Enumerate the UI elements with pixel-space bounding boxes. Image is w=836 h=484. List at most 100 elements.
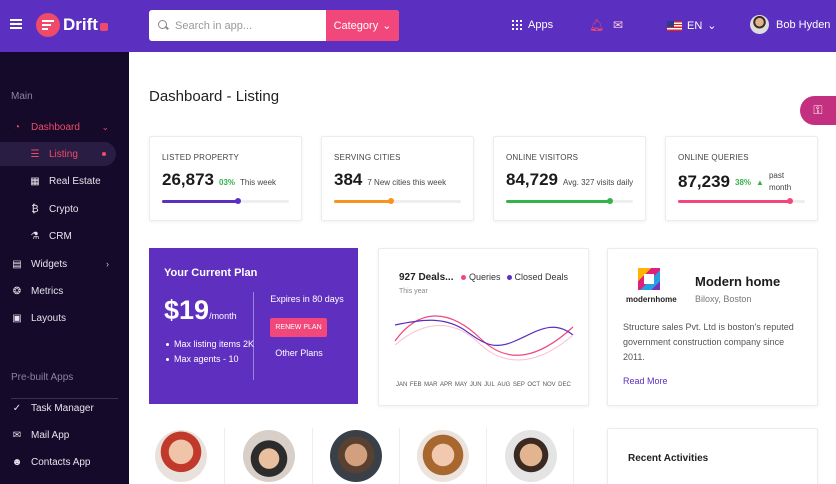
- sidebar-item-crm[interactable]: ⚗ CRM: [0, 224, 129, 248]
- company-logo-word: modernhome: [626, 295, 677, 304]
- stat-row: 384 7 New cities this week: [334, 170, 446, 190]
- chevron-right-icon: ›: [106, 259, 109, 269]
- stat-value: 26,873: [162, 170, 214, 189]
- deals-subtitle: This year: [399, 288, 428, 295]
- sidebar-item-layouts[interactable]: ▣ Layouts: [0, 306, 129, 330]
- sidebar: Main ◔ Dashboard ⌄ ☰ Listing ▦ Real Esta…: [0, 52, 129, 484]
- agent-divider: [399, 428, 400, 484]
- chevron-down-icon: ⌄: [382, 20, 392, 32]
- brand-logo[interactable]: Drift: [36, 13, 108, 37]
- chart-legend: Queries Closed Deals: [461, 272, 568, 282]
- sidebar-item-contacts-app[interactable]: ☻ Contacts App: [0, 450, 129, 474]
- month-tick: JUN: [469, 382, 482, 388]
- progress-fill: [162, 200, 239, 203]
- sidebar-item-dashboard[interactable]: ◔ Dashboard ⌄: [0, 115, 129, 139]
- check-circle-icon: ✓: [12, 402, 22, 414]
- settings-float-button[interactable]: ⚿: [800, 96, 836, 125]
- sidebar-item-real-estate[interactable]: ▦ Real Estate: [0, 169, 129, 193]
- month-tick: APR: [439, 382, 453, 388]
- stat-label: ONLINE VISITORS: [506, 153, 579, 162]
- layout-icon: ▣: [12, 312, 22, 324]
- us-flag-icon: [667, 20, 682, 31]
- hamburger-menu-icon[interactable]: [10, 19, 22, 29]
- page-title: Dashboard - Listing: [149, 88, 280, 105]
- legend-item-closed-deals: Closed Deals: [506, 272, 569, 282]
- company-location: Biloxy, Boston: [695, 294, 752, 304]
- category-dropdown-button[interactable]: Category ⌄: [326, 10, 399, 41]
- flask-icon: ⚗: [30, 230, 40, 242]
- agent-avatar[interactable]: [243, 430, 295, 482]
- trend-up-icon: ▲: [756, 177, 764, 187]
- stat-note: Avg. 327 visits daily: [563, 178, 634, 187]
- sidebar-item-crypto[interactable]: ₿ Crypto: [0, 197, 129, 221]
- envelope-icon[interactable]: ✉: [613, 18, 623, 32]
- month-tick: MAR: [424, 382, 438, 388]
- sidebar-item-label: Metrics: [31, 285, 64, 297]
- read-more-link[interactable]: Read More: [623, 376, 668, 386]
- stat-label: LISTED PROPERTY: [162, 153, 240, 162]
- plan-price-value: $19: [164, 295, 210, 325]
- grid-icon: [512, 20, 522, 30]
- company-description: Structure sales Pvt. Ltd is boston's rep…: [623, 322, 794, 362]
- user-menu[interactable]: Bob Hyden: [750, 15, 830, 34]
- category-label: Category: [333, 19, 379, 32]
- progress-track: [334, 198, 461, 204]
- stat-percent: 03%: [219, 178, 236, 187]
- active-dot-icon: [102, 152, 106, 156]
- sidebar-item-task-manager[interactable]: ✓ Task Manager: [0, 396, 129, 420]
- chevron-down-icon: ⌄: [707, 20, 717, 32]
- agent-avatar[interactable]: [505, 430, 557, 482]
- recent-activities-card: Recent Activities: [607, 428, 818, 484]
- contacts-icon: ☻: [11, 456, 23, 468]
- plan-title: Your Current Plan: [164, 267, 258, 279]
- sidebar-item-widgets[interactable]: ▤ Widgets ›: [0, 252, 129, 276]
- legend-label: Queries: [469, 272, 501, 282]
- month-tick: FEB: [409, 382, 422, 388]
- company-name: Modern home: [695, 274, 781, 289]
- sidebar-item-mail-app[interactable]: ✉ Mail App: [0, 423, 129, 447]
- notification-bell-icon[interactable]: 🔔︎: [589, 18, 604, 32]
- agent-avatar[interactable]: [330, 430, 382, 482]
- sidebar-item-listing[interactable]: ☰ Listing: [0, 142, 116, 166]
- chart-x-axis: JAN FEB MAR APR MAY JUN JUL AUG SEP OCT …: [396, 382, 571, 388]
- sidebar-section-main: Main: [11, 91, 33, 102]
- sidebar-item-label: CRM: [49, 230, 72, 242]
- plan-feature: Max listing items 2K: [166, 338, 256, 351]
- sidebar-item-metrics[interactable]: ❂ Metrics: [0, 279, 129, 303]
- chevron-down-icon: ⌄: [101, 121, 109, 132]
- plan-price: $19/month: [164, 295, 237, 326]
- stat-note: This week: [240, 178, 277, 187]
- progress-fill: [506, 200, 611, 203]
- metrics-icon: ❂: [12, 285, 22, 297]
- agent-avatar[interactable]: [155, 430, 207, 482]
- user-name: Bob Hyden: [776, 18, 831, 31]
- company-logo: modernhome: [626, 268, 681, 308]
- other-plans-link[interactable]: Other Plans: [262, 348, 336, 358]
- company-logo-mark-icon: [638, 268, 660, 290]
- agent-avatar[interactable]: [417, 430, 469, 482]
- legend-label: Closed Deals: [514, 272, 569, 282]
- plan-features: Max listing items 2K Max agents - 10: [166, 338, 256, 368]
- sidebar-item-label: Real Estate: [49, 175, 101, 187]
- month-tick: JAN: [396, 382, 408, 388]
- widgets-icon: ▤: [12, 258, 22, 270]
- sidebar-item-label: Layouts: [31, 312, 67, 324]
- agent-divider: [312, 428, 313, 484]
- month-tick: SEP: [512, 382, 525, 388]
- closed-deals-series-line: [394, 319, 574, 346]
- deals-title: 927 Deals...: [399, 272, 454, 283]
- apps-button[interactable]: Apps: [512, 19, 553, 31]
- renew-plan-button[interactable]: RENEW PLAN: [270, 318, 327, 337]
- sidebar-item-label: Crypto: [49, 203, 79, 215]
- month-tick: MAY: [454, 382, 468, 388]
- search-input[interactable]: [173, 10, 326, 41]
- legend-dot-queries: [461, 275, 466, 280]
- drift-logo-icon: [36, 13, 60, 37]
- current-plan-card: Your Current Plan $19/month Max listing …: [149, 248, 358, 404]
- stat-value: 87,239: [678, 172, 730, 191]
- sidebar-item-label: Contacts App: [31, 456, 91, 468]
- language-selector[interactable]: EN ⌄: [667, 19, 717, 32]
- sidebar-item-label: Mail App: [31, 429, 70, 441]
- agent-divider: [573, 428, 574, 484]
- user-avatar: [750, 15, 769, 34]
